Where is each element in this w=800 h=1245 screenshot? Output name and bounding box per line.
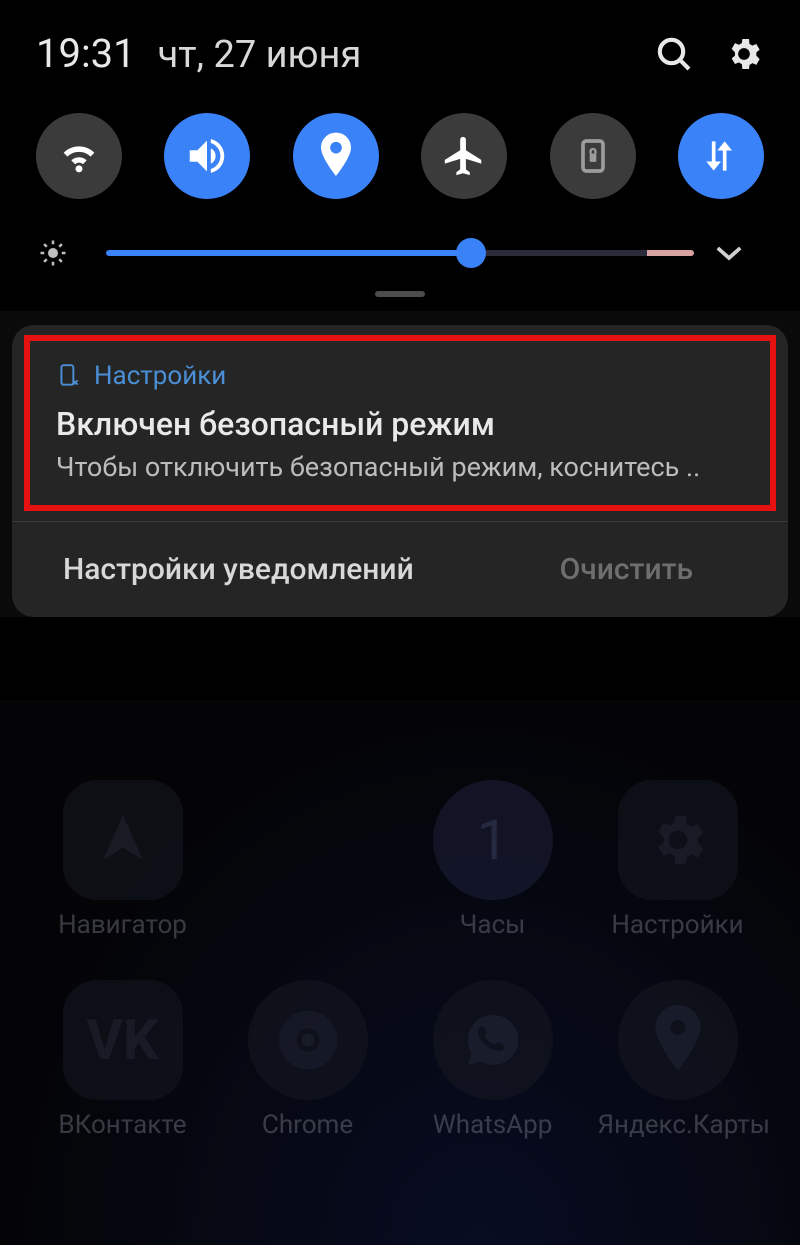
notification-body: Чтобы отключить безопасный режим, коснит… [56,451,744,483]
settings-app-icon [56,363,82,389]
sound-toggle[interactable] [164,113,250,199]
home-screen-background: Навигатор 1 Часы Настройки VK ВКонтакте … [0,700,800,1245]
app-label: Chrome [262,1110,353,1140]
app-label: Настройки [611,910,743,940]
app-vk[interactable]: VK ВКонтакте [30,980,215,1140]
brightness-thumb[interactable] [456,238,486,268]
gear-icon[interactable] [724,34,764,74]
quick-settings-panel: 19:31 чт, 27 июня [0,0,800,311]
location-toggle[interactable] [293,113,379,199]
status-date: чт, 27 июня [158,33,362,77]
app-label: Навигатор [58,910,187,940]
brightness-icon [38,238,86,268]
app-clock[interactable]: 1 Часы [400,780,585,940]
brightness-track [106,250,694,256]
panel-drag-handle[interactable] [375,291,425,297]
yandex-maps-icon [618,980,738,1100]
notification-actions: Настройки уведомлений Очистить [12,521,788,617]
clear-all-button[interactable]: Очистить [465,522,788,617]
navigator-icon [63,780,183,900]
app-chrome[interactable]: Chrome [215,980,400,1140]
app-label: Часы [460,910,526,940]
app-settings[interactable]: Настройки [585,780,770,940]
notification-settings-button[interactable]: Настройки уведомлений [12,522,465,617]
app-label: Яндекс.Карты [598,1110,758,1140]
chrome-icon [248,980,368,1100]
app-label: WhatsApp [433,1110,553,1140]
notification-app-name: Настройки [94,361,226,391]
clock-icon: 1 [433,780,553,900]
status-header: 19:31 чт, 27 июня [36,30,764,77]
brightness-slider[interactable] [106,233,694,273]
airplane-toggle[interactable] [421,113,507,199]
search-icon[interactable] [654,34,694,74]
notification-title: Включен безопасный режим [56,405,744,443]
rotation-lock-toggle[interactable] [550,113,636,199]
safe-mode-notification[interactable]: Настройки Включен безопасный режим Чтобы… [24,335,776,511]
whatsapp-icon [433,980,553,1100]
gear-icon [618,780,738,900]
app-yandex-maps[interactable]: Яндекс.Карты [585,980,770,1140]
notification-card: Настройки Включен безопасный режим Чтобы… [12,325,788,617]
mobile-data-toggle[interactable] [678,113,764,199]
vk-icon: VK [63,980,183,1100]
app-whatsapp[interactable]: WhatsApp [400,980,585,1140]
clock-time: 19:31 [36,30,136,77]
app-navigator[interactable]: Навигатор [30,780,215,940]
wifi-toggle[interactable] [36,113,122,199]
notification-area: Настройки Включен безопасный режим Чтобы… [0,311,800,617]
chevron-down-icon[interactable] [714,243,762,263]
app-label: ВКонтакте [58,1110,186,1140]
